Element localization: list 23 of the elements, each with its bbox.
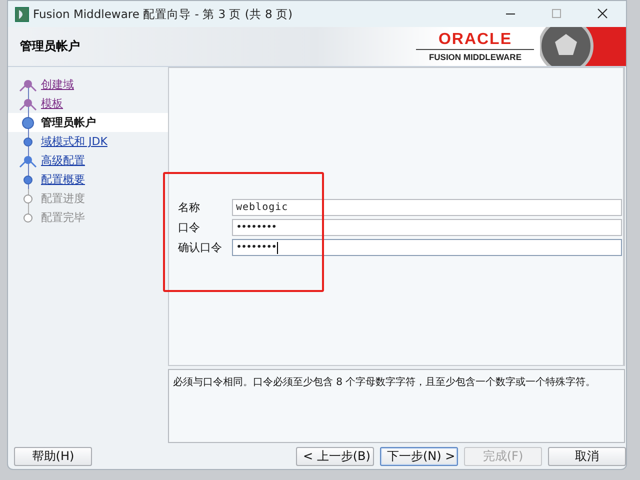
step-item[interactable]: 模板 — [8, 94, 168, 113]
hint-message: 必须与口令相同。口令必须至少包含 8 个字母数字字符，且至少包含一个数字或一个特殊字符。 — [168, 369, 625, 443]
step-item[interactable]: 管理员帐户 — [8, 113, 168, 132]
logo-subtitle: FUSION MIDDLEWARE — [428, 52, 522, 62]
wizard-button[interactable]: 下一步(N) > — [380, 446, 458, 466]
step-item[interactable]: 创建域 — [8, 75, 168, 94]
password-field[interactable]: •••••••• — [232, 239, 622, 256]
text-field[interactable]: weblogic — [232, 199, 622, 216]
step-item[interactable]: 配置概要 — [8, 170, 168, 189]
app-icon — [15, 6, 29, 22]
logo-title: ORACLE — [416, 31, 534, 50]
window-title: Fusion Middleware 配置向导 - 第 3 页 (共 8 页) — [33, 6, 292, 22]
wizard-button[interactable]: < 上一步(B) — [296, 446, 374, 466]
wizard-button[interactable]: 取消 — [548, 446, 626, 466]
step-item[interactable]: 域模式和 JDK — [8, 132, 168, 151]
field-label: 口令 — [178, 220, 201, 235]
password-field[interactable]: •••••••• — [232, 219, 622, 236]
field-label: 名称 — [178, 200, 201, 215]
field-label: 确认口令 — [178, 240, 223, 255]
page-heading: 管理员帐户 — [20, 38, 80, 55]
help-button[interactable]: 帮助(H) — [14, 446, 92, 466]
text-cursor — [277, 242, 278, 254]
step-item[interactable]: 高级配置 — [8, 151, 168, 170]
